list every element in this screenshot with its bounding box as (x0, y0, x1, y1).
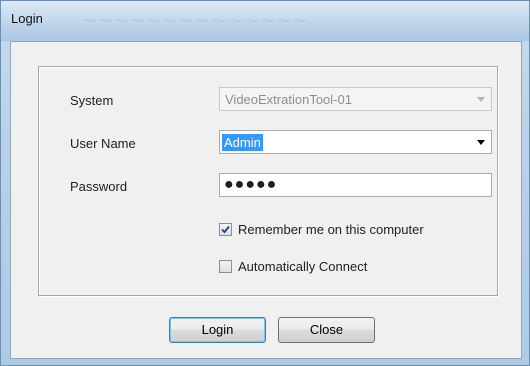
title-bar[interactable]: ~~~~~~~~~~~~~~ Login (1, 1, 529, 41)
close-button[interactable]: Close (278, 317, 375, 343)
password-field[interactable]: ●●●●● (219, 173, 492, 197)
remember-checkbox[interactable] (219, 223, 232, 236)
login-button[interactable]: Login (169, 317, 266, 343)
login-window: ~~~~~~~~~~~~~~ Login System VideoExtrati… (0, 0, 530, 366)
system-label: System (70, 93, 114, 108)
remember-label[interactable]: Remember me on this computer (238, 222, 424, 237)
username-label: User Name (70, 136, 136, 151)
password-label: Password (70, 179, 128, 194)
auto-connect-label[interactable]: Automatically Connect (238, 259, 367, 274)
password-masked-value: ●●●●● (224, 176, 278, 193)
chevron-down-icon[interactable] (477, 140, 485, 145)
system-dropdown[interactable]: VideoExtrationTool-01 (219, 87, 492, 111)
system-value: VideoExtrationTool-01 (225, 92, 352, 107)
username-value: Admin (222, 134, 263, 151)
window-title: Login (11, 11, 43, 26)
auto-connect-checkbox[interactable] (219, 260, 232, 273)
title-bar-background-graphic: ~~~~~~~~~~~~~~ (81, 5, 308, 35)
dialog-body: System VideoExtrationTool-01 User Name A… (10, 41, 522, 359)
checkmark-icon (221, 225, 230, 234)
login-fields-group: System VideoExtrationTool-01 User Name A… (38, 66, 498, 296)
username-combobox[interactable]: Admin (219, 130, 492, 154)
chevron-down-icon (477, 97, 485, 102)
